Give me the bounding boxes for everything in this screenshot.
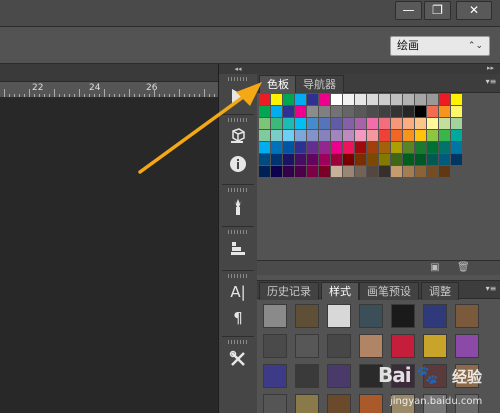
watermark-url: jingyan.baidu.com [390,396,483,407]
paw-icon: 🐾 [416,365,439,386]
baidu-jingyan-watermark: Bai 🐾 经验 jingyan.baidu.com [378,363,500,413]
annotation-arrow [138,82,262,174]
watermark-logo-text: 经验 [452,368,483,386]
watermark-logo: Bai [378,363,412,387]
